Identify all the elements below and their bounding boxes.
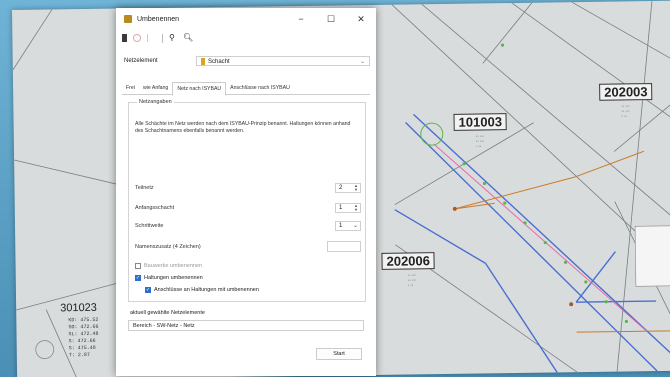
- haltungen-checkbox-row[interactable]: ✓ Haltungen umbenennen: [135, 275, 203, 281]
- selected-elements-label: aktuell gewählte Netzelemente: [130, 310, 205, 316]
- haltungen-checkbox-label[interactable]: Haltungen umbenennen: [144, 275, 203, 281]
- anfangsschacht-stepper[interactable]: 1 ▲ ▼: [335, 203, 361, 213]
- netzelement-select[interactable]: Schacht ⌄: [196, 56, 370, 66]
- tab-netz-nach-isybau[interactable]: Netz nach ISYBAU: [172, 82, 227, 96]
- search-icon[interactable]: 🔍︎: [183, 34, 193, 42]
- shaft-info-202003: ◦◦ ◦◦◦ ◦◦ ◦◦◦ ◦ ◦◦: [621, 103, 630, 119]
- chevron-down-icon: ⌄: [359, 59, 365, 65]
- bauwerke-checkbox-label: Bauwerke umbenennen: [144, 263, 203, 269]
- shaft-info-202006: ◦◦ ◦◦◦ ◦◦ ◦◦◦ ◦ ◦◦: [407, 272, 417, 288]
- netzangaben-group: Netzangaben Alle Schächte im Netz werden…: [128, 99, 366, 302]
- group-title: Netzangaben: [137, 99, 174, 105]
- binoculars-icon[interactable]: ⚲: [169, 34, 177, 42]
- dialog-toolbar: ⚲ 🔍︎: [116, 30, 376, 46]
- schrittweite-value: 1: [339, 223, 343, 229]
- namenszusatz-label: Namenszusatz (4 Zeichen): [135, 244, 201, 250]
- start-button[interactable]: Start: [316, 348, 362, 360]
- close-button[interactable]: ✕: [346, 14, 376, 25]
- shaft-info-301023: KD: 475.52 SO: 472.66 SL: 472.48 S: 472.…: [68, 317, 99, 359]
- screen-frame: 101003 ◦◦ ◦◦◦ ◦◦ ◦◦◦ ◦ ◦◦ 202003 ◦◦ ◦◦◦ ◦◦ …: [0, 0, 670, 377]
- tab-wie-anfang[interactable]: wie Anfang: [139, 82, 172, 94]
- shaft-info-101003: ◦◦ ◦◦◦ ◦◦ ◦◦◦ ◦ ◦◦: [475, 133, 485, 149]
- anfangsschacht-label: Anfangsschacht: [135, 205, 175, 211]
- teilnetz-label: Teilnetz: [135, 185, 154, 191]
- shaft-label-202003[interactable]: 202003: [599, 83, 653, 101]
- maximize-button[interactable]: ☐: [316, 14, 346, 25]
- cursor-icon[interactable]: [147, 34, 156, 42]
- teilnetz-value: 2: [339, 185, 343, 191]
- shaft-label-301023[interactable]: 301023: [56, 302, 101, 315]
- shaft-label-101003[interactable]: 101003: [453, 113, 508, 131]
- tab-bar: Frei wie Anfang Netz nach ISYBAU Anschlü…: [122, 82, 370, 96]
- teilnetz-stepper[interactable]: 2 ▲ ▼: [335, 183, 361, 193]
- info-line: T: 2.87: [68, 351, 90, 359]
- shaft-icon: [201, 57, 205, 65]
- netzelement-value: Schacht: [208, 59, 230, 65]
- dialog-title: Umbenennen: [137, 15, 180, 23]
- anschluesse-checkbox-label[interactable]: Anschlüsse an Haltungen mit umbenennen: [154, 287, 259, 293]
- chevron-down-icon: ⌄: [352, 223, 358, 229]
- schrittweite-select[interactable]: 1 ⌄: [335, 221, 361, 231]
- bauwerke-checkbox: [135, 263, 141, 269]
- anschluesse-checkbox[interactable]: ✓: [145, 287, 151, 293]
- book-icon[interactable]: [122, 34, 127, 42]
- stepper-arrows-icon[interactable]: ▲ ▼: [354, 184, 358, 192]
- app-icon: [124, 15, 132, 23]
- bauwerke-checkbox-row: Bauwerke umbenennen: [135, 263, 202, 269]
- namenszusatz-input[interactable]: [327, 241, 361, 252]
- stepper-arrows-icon[interactable]: ▲ ▼: [354, 204, 358, 212]
- netzelement-label: Netzelement: [124, 58, 158, 64]
- anschluesse-checkbox-row[interactable]: ✓ Anschlüsse an Haltungen mit umbenennen: [145, 287, 259, 293]
- description-text: Alle Schächte im Netz werden nach dem IS…: [135, 121, 351, 134]
- tab-frei[interactable]: Frei: [122, 82, 139, 94]
- dialog-titlebar[interactable]: Umbenennen − ☐ ✕: [116, 8, 376, 30]
- selected-elements-field[interactable]: Bereich - SW-Netz - Netz: [128, 320, 364, 331]
- schrittweite-label: Schrittweite: [135, 223, 164, 229]
- anfangsschacht-value: 1: [339, 205, 343, 211]
- shaft-label-202006[interactable]: 202006: [381, 252, 436, 270]
- rename-dialog: Umbenennen − ☐ ✕ ⚲ 🔍︎ Netzelement Schach…: [116, 8, 376, 376]
- toolbar-separator: [162, 33, 163, 43]
- tab-anschluesse-nach-isybau[interactable]: Anschlüsse nach ISYBAU: [226, 82, 294, 94]
- target-icon[interactable]: [133, 34, 141, 42]
- haltungen-checkbox[interactable]: ✓: [135, 275, 141, 281]
- minimize-button[interactable]: −: [286, 14, 316, 25]
